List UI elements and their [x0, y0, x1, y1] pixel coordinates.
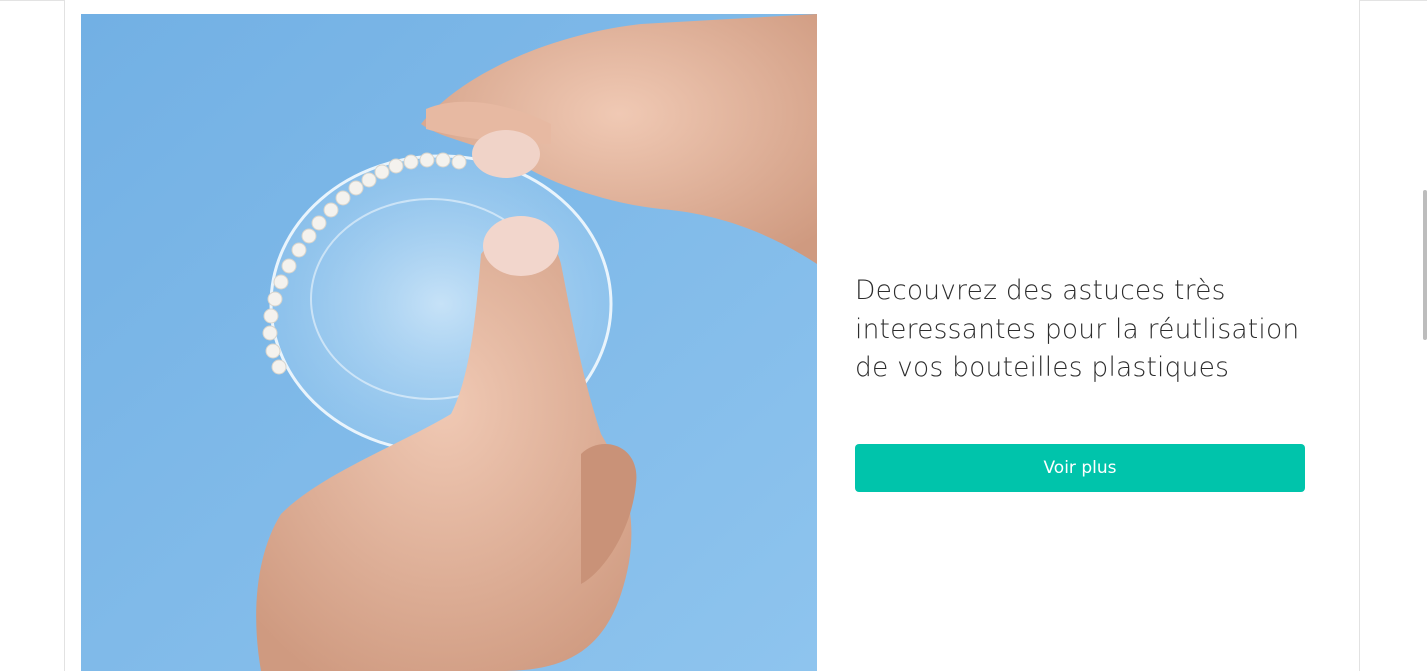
page-scrollbar[interactable]: [1421, 0, 1427, 671]
article-headline: Decouvrez des astuces très interessantes…: [855, 275, 1300, 383]
scrollbar-thumb[interactable]: [1423, 190, 1427, 340]
article-image[interactable]: [81, 14, 817, 671]
article-content: Decouvrez des astuces très interessantes…: [855, 272, 1315, 388]
article-card: Decouvrez des astuces très interessantes…: [64, 0, 1360, 671]
voir-plus-button[interactable]: Voir plus: [855, 444, 1305, 492]
hands-bottle-photo: [81, 14, 817, 671]
page: Decouvrez des astuces très interessantes…: [0, 0, 1427, 671]
